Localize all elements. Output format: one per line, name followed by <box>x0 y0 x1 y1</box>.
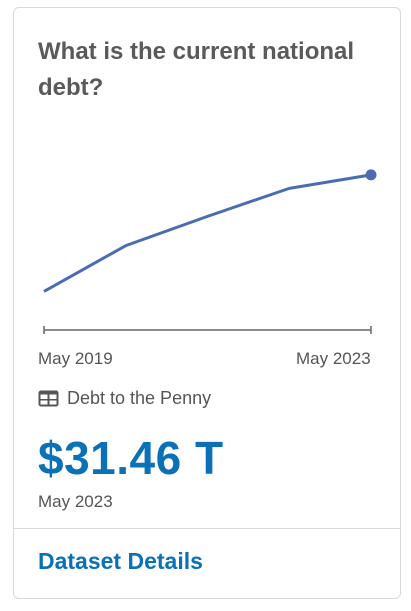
x-tick-label-end: May 2023 <box>296 349 371 368</box>
dataset-name-row: Debt to the Penny <box>38 388 211 409</box>
card-divider <box>14 528 400 529</box>
x-tick-label-start: May 2019 <box>38 349 113 368</box>
value-date: May 2023 <box>38 492 113 511</box>
debt-value: $31.46 T <box>38 432 224 484</box>
table-icon <box>38 390 59 407</box>
dataset-details-link[interactable]: Dataset Details <box>38 546 203 576</box>
dataset-name: Debt to the Penny <box>67 388 212 408</box>
debt-line-chart <box>43 169 377 334</box>
debt-card: What is the current national debt? May 2… <box>13 7 401 599</box>
latest-data-point[interactable] <box>365 169 377 181</box>
series-line <box>43 173 372 293</box>
